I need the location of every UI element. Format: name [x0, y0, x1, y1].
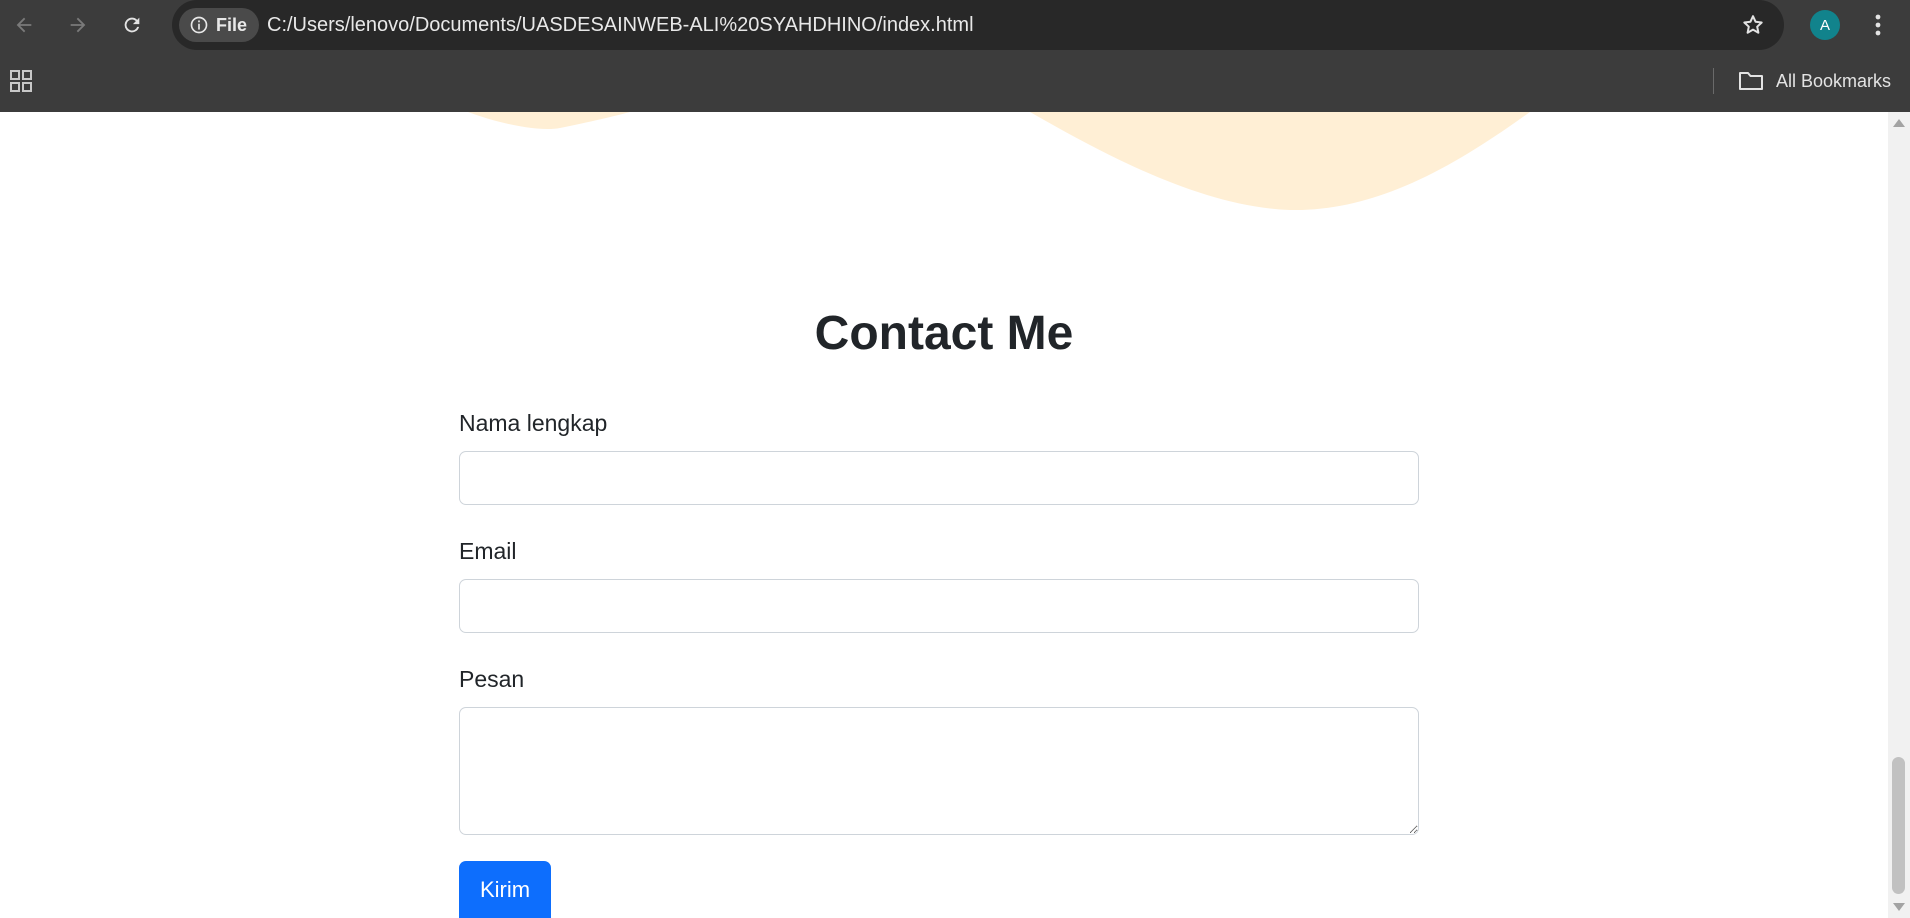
info-circle-icon [190, 16, 208, 34]
page-viewport: Contact Me Nama lengkap Email Pesan Kiri… [0, 112, 1888, 918]
contact-title: Contact Me [814, 307, 1074, 360]
message-label: Pesan [459, 666, 525, 692]
message-textarea[interactable] [459, 707, 1419, 835]
name-label: Nama lengkap [459, 410, 608, 436]
arrow-right-icon [70, 17, 86, 33]
bookmarks-divider [1713, 68, 1714, 94]
scroll-thumb[interactable] [1892, 757, 1905, 894]
bookmark-star-button[interactable] [1740, 12, 1766, 38]
scroll-up-button[interactable] [1888, 114, 1910, 132]
browser-toolbar: File C:/Users/lenovo/Documents/UASDESAIN… [0, 0, 1910, 50]
scroll-down-button[interactable] [1888, 898, 1910, 916]
all-bookmarks-button[interactable]: All Bookmarks [1738, 64, 1891, 98]
site-chip-label: File [216, 14, 248, 35]
folder-icon [1739, 72, 1763, 90]
arrow-left-icon [16, 17, 32, 33]
email-input[interactable] [459, 579, 1419, 633]
email-label: Email [459, 538, 517, 564]
profile-avatar[interactable]: A [1810, 10, 1840, 40]
reload-icon [124, 17, 140, 33]
name-input[interactable] [459, 451, 1419, 505]
triangle-up-icon [1893, 119, 1905, 127]
triangle-down-icon [1893, 903, 1905, 911]
grid-icon [10, 70, 32, 92]
apps-button[interactable] [9, 69, 33, 93]
decorative-wave [468, 112, 1530, 211]
reload-button[interactable] [116, 9, 148, 41]
three-dots-vertical-icon [1875, 14, 1881, 36]
url-text[interactable]: C:/Users/lenovo/Documents/UASDESAINWEB-A… [267, 0, 974, 50]
bookmarks-bar: All Bookmarks [0, 50, 1910, 112]
back-button[interactable] [8, 9, 40, 41]
site-info-chip[interactable]: File [179, 8, 260, 42]
all-bookmarks-label: All Bookmarks [1776, 70, 1892, 91]
forward-button[interactable] [62, 9, 94, 41]
address-bar[interactable]: File C:/Users/lenovo/Documents/UASDESAIN… [172, 0, 1784, 50]
browser-menu-button[interactable] [1866, 10, 1890, 40]
star-outline-icon [1743, 15, 1763, 34]
submit-button[interactable]: Kirim [459, 861, 551, 918]
browser-window: File C:/Users/lenovo/Documents/UASDESAIN… [0, 0, 1910, 918]
vertical-scrollbar[interactable] [1888, 112, 1910, 918]
